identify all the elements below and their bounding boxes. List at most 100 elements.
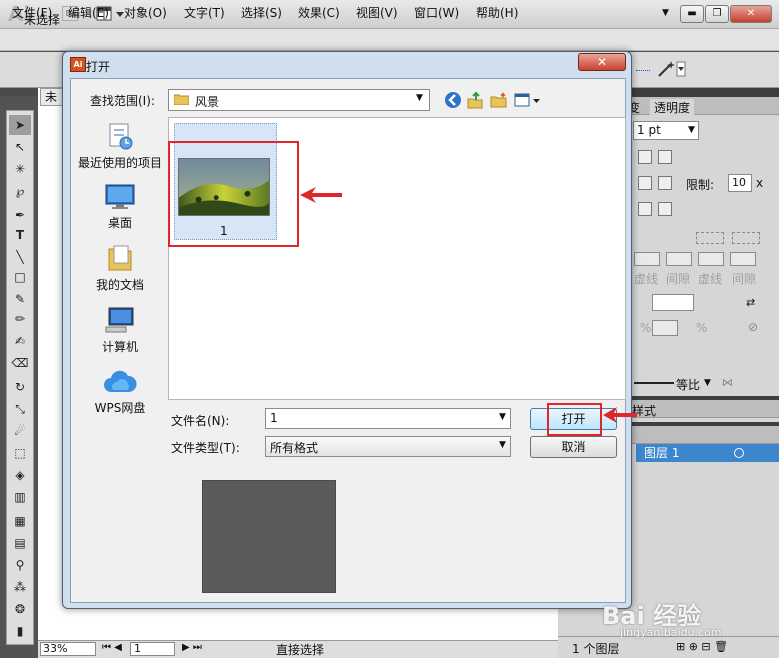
file-name-input[interactable] [265,408,511,429]
link-scale-icon[interactable]: ⊘ [748,320,758,334]
menu-window[interactable]: 窗口(W) [414,4,459,21]
blend-tool-icon[interactable]: ⁂ [9,577,31,597]
cap-butt-icon[interactable] [638,150,652,164]
gradient-tool-icon[interactable]: ▤ [9,533,31,553]
swap-arrowheads-icon[interactable]: ⇄ [746,296,755,309]
tab-transparency[interactable]: 透明度 [650,99,695,116]
miter-limit-value: 10 [732,176,746,189]
blob-brush-tool-icon[interactable]: ✍ [9,331,31,351]
free-transform-tool-icon[interactable]: ⬚ [9,443,31,463]
look-in-label: 查找范围(I): [90,94,155,108]
chevron-down-icon[interactable]: ▼ [704,378,711,388]
dash-label-1: 虚线 [634,272,659,286]
rotate-tool-icon[interactable]: ↻ [9,377,31,397]
rectangle-tool-icon[interactable]: □ [9,267,31,287]
eyedropper-tool-icon[interactable]: ⚲ [9,555,31,575]
file-type-value: 所有格式 [270,441,319,455]
graph-tool-icon[interactable]: ▥ [9,487,31,507]
back-icon[interactable] [444,91,462,109]
gap-field-1[interactable] [666,252,692,266]
column-graph-tool-icon[interactable]: ▮ [9,621,31,641]
restore-button[interactable]: ❐ [705,5,729,23]
scale-tool-icon[interactable]: ⤡ [9,399,31,419]
place-computer[interactable]: 计算机 [76,305,164,355]
look-in-value: 风景 [195,95,220,109]
page-nav-icons[interactable]: ⏮ ◀ [102,642,122,653]
current-tool-label: 直接选择 [276,643,325,657]
stroke-weight-value: 1 pt [637,123,661,137]
app-close-button[interactable]: ✕ [730,5,772,23]
line-tool-icon[interactable]: ╲ [9,247,31,267]
dotted-link [636,70,650,71]
menu-select[interactable]: 选择(S) [241,4,282,21]
no-selection-label: 未选择 [24,13,61,27]
file-name-value: 1 [270,411,278,425]
magic-wand-tool-icon[interactable]: ✳ [9,159,31,179]
dash-field-1[interactable] [634,252,660,266]
menu-view[interactable]: 视图(V) [356,4,398,21]
minimize-button[interactable]: ▬ [680,5,704,23]
layer-target-icon[interactable] [734,448,744,458]
place-wps-cloud[interactable]: WPS网盘 [76,368,164,416]
workspace-dropdown-icon[interactable]: ▼ [662,8,669,18]
up-folder-icon[interactable] [466,91,484,109]
menu-effect[interactable]: 效果(C) [298,4,340,21]
gap-field-2[interactable] [730,252,756,266]
flip-profile-icon[interactable]: ⋈ [722,376,733,389]
chevron-down-icon[interactable]: ▼ [499,440,506,450]
mesh-tool-icon[interactable]: ▦ [9,511,31,531]
direct-selection-tool-icon[interactable]: ↖ [9,137,31,157]
new-folder-icon[interactable] [490,91,508,109]
paintbrush-tool-icon[interactable]: ✎ [9,289,31,309]
warp-tool-icon[interactable]: ☄ [9,421,31,441]
chevron-down-icon[interactable]: ▼ [499,412,506,422]
chevron-down-icon[interactable]: ▼ [688,125,695,135]
selection-tool-icon[interactable]: ➤ [9,115,31,135]
type-tool-icon[interactable]: T [9,225,31,245]
computer-icon [105,307,134,333]
annotation-arrow-left-icon [300,187,342,203]
menu-object[interactable]: 对象(O) [124,4,167,21]
arrowhead-end-select[interactable] [652,294,694,311]
shape-builder-tool-icon[interactable]: ◈ [9,465,31,485]
profile-line [634,382,674,384]
desktop-icon [105,184,135,209]
layer-tools-icons[interactable]: ⊞ ⊕ ⊟ 🗑 [676,640,728,653]
place-recent[interactable]: 最近使用的项目 [76,121,164,171]
align-center-icon[interactable] [638,202,652,216]
eraser-tool-icon[interactable]: ⌫ [9,353,31,373]
recent-items-icon [109,123,133,150]
pencil-tool-icon[interactable]: ✏ [9,309,31,329]
align-outside-icon[interactable] [658,202,672,216]
place-desktop[interactable]: 桌面 [76,183,164,231]
menu-help[interactable]: 帮助(H) [476,4,518,21]
place-my-documents[interactable]: 我的文档 [76,243,164,293]
menu-type[interactable]: 文字(T) [184,4,225,21]
illustrator-app-icon: Ai [70,57,86,72]
dash-field-2[interactable] [698,252,724,266]
miter-limit-unit: x [756,176,764,190]
lasso-tool-icon[interactable]: ℘ [9,181,31,201]
join-miter-icon[interactable] [638,176,652,190]
dash-corner-icon[interactable] [732,232,760,244]
annotation-arrow-left-icon [603,407,637,423]
arrow-scale-field[interactable] [652,320,678,336]
symbol-sprayer-tool-icon[interactable]: ❂ [9,599,31,619]
layer-row[interactable]: 图层 1 [636,444,779,462]
page-nav-next-icons[interactable]: ▶ ⏭ [182,642,202,653]
annotation-highlight-open [547,403,602,436]
dialog-close-button[interactable]: ✕ [578,53,626,71]
join-round-icon[interactable] [658,176,672,190]
dash-align-icon[interactable] [696,232,724,244]
view-menu-icon[interactable] [514,91,542,109]
menu-edit[interactable]: 编辑(E) [68,4,109,21]
toolbox-header [0,88,38,96]
pen-tool-icon[interactable]: ✒ [9,205,31,225]
cap-round-icon[interactable] [658,150,672,164]
magic-wand-icon[interactable] [656,59,686,79]
place-label: 桌面 [107,216,132,230]
place-label: 最近使用的项目 [77,156,162,170]
cancel-button[interactable]: 取消 [530,436,617,458]
percent-label-2: % [696,321,708,335]
chevron-down-icon[interactable]: ▼ [416,93,423,103]
